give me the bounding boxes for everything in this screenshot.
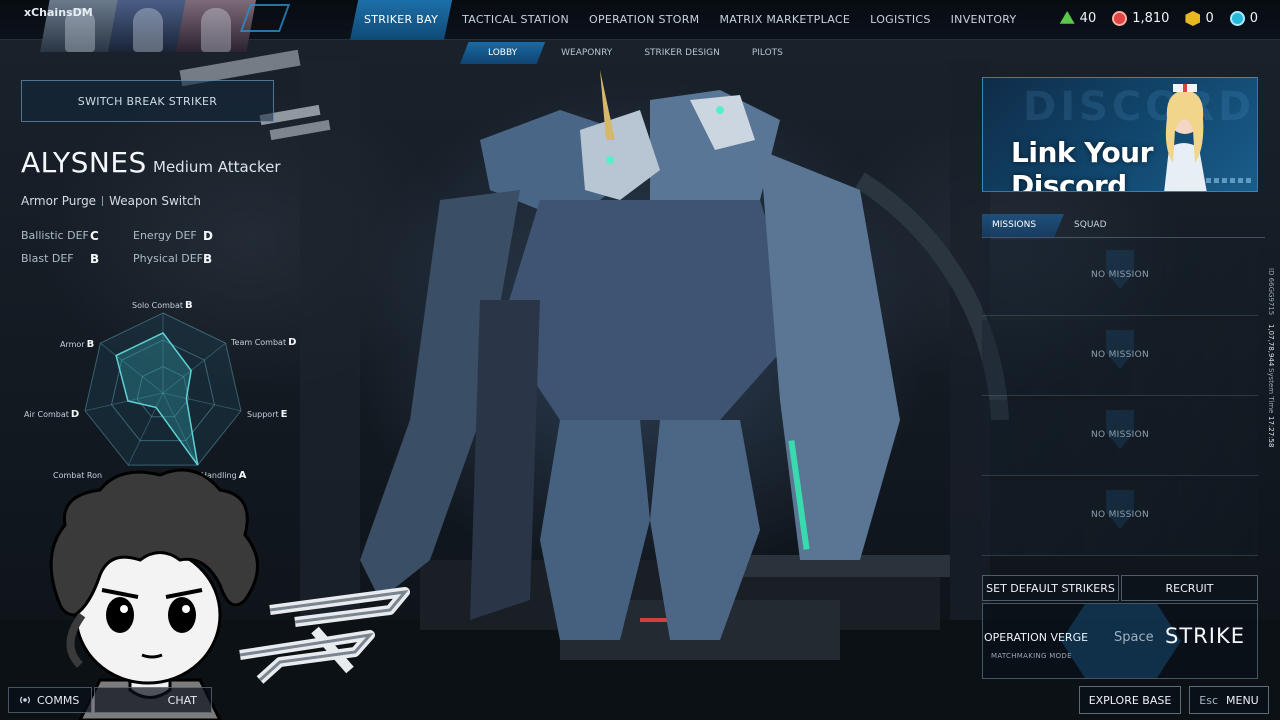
- discord-link-banner[interactable]: DISCORD Link Your Discord: [982, 77, 1258, 192]
- right-panel-tabs: MISSIONS SQUAD: [982, 214, 1265, 238]
- player-id-label: ID 66GG9715: [1267, 268, 1275, 316]
- currency-value: 0: [1249, 11, 1258, 26]
- banner-background-word: DISCORD: [1023, 84, 1256, 130]
- comms-label: COMMS: [37, 693, 80, 707]
- top-bar: xChainsDM STRIKER BAY TACTICAL STATION O…: [0, 0, 1280, 52]
- radar-label-team-combat: Team Combat D: [231, 337, 297, 348]
- currency-value: 40: [1079, 11, 1097, 26]
- mission-slot-label: NO MISSION: [1091, 270, 1149, 280]
- sub-navigation: LOBBY WEAPONRY STRIKER DESIGN PILOTS: [460, 42, 799, 64]
- tab-missions[interactable]: MISSIONS: [982, 214, 1065, 237]
- defense-label: Energy DEF: [133, 229, 197, 242]
- strike-launch-panel[interactable]: OPERATION VERGE MATCHMAKING MODE Space S…: [982, 603, 1258, 679]
- defense-grade: C: [90, 229, 99, 243]
- main-navigation: STRIKER BAY TACTICAL STATION OPERATION S…: [350, 0, 1027, 40]
- defense-label: Ballistic DEF: [21, 229, 89, 242]
- chat-button[interactable]: CHAT: [94, 687, 212, 713]
- portrait-mech-2[interactable]: [108, 0, 188, 52]
- banner-carousel-dots[interactable]: [1206, 178, 1251, 183]
- nav-striker-bay[interactable]: STRIKER BAY: [350, 0, 453, 40]
- menu-label: MENU: [1226, 693, 1259, 707]
- gold-hex-icon: [1185, 11, 1201, 26]
- system-time-value: 17:27:58: [1267, 416, 1275, 448]
- defense-label: Physical DEF: [133, 252, 203, 265]
- nav-matrix-marketplace[interactable]: MATRIX MARKETPLACE: [709, 0, 860, 40]
- currency-value: 1,810: [1132, 11, 1170, 26]
- subnav-lobby[interactable]: LOBBY: [460, 42, 546, 64]
- defense-label: Blast DEF: [21, 252, 74, 265]
- cyan-coin-icon: [1229, 11, 1245, 26]
- nav-inventory[interactable]: INVENTORY: [941, 0, 1027, 40]
- green-triangle-icon: [1059, 11, 1075, 24]
- nav-tactical-station[interactable]: TACTICAL STATION: [452, 0, 579, 40]
- set-default-strikers-button[interactable]: SET DEFAULT STRIKERS: [982, 575, 1119, 601]
- striker-name: ALYSNES: [21, 146, 147, 179]
- system-info-strip: ID 66GG9715 1,07,78,944 System Time 17:2…: [1266, 268, 1278, 448]
- portrait-frame-decoration: [239, 4, 291, 32]
- mission-slot[interactable]: NO MISSION: [982, 400, 1258, 476]
- strike-key-hint: Space: [1114, 630, 1154, 645]
- radar-label-air-combat: Air Combat D: [24, 409, 80, 420]
- currency-item[interactable]: 1,810: [1112, 11, 1169, 26]
- subnav-pilots[interactable]: PILOTS: [736, 42, 799, 64]
- mission-slot[interactable]: NO MISSION: [982, 320, 1258, 396]
- ability-armor-purge[interactable]: Armor Purge: [21, 194, 96, 208]
- radar-label-solo-combat: Solo Combat B: [132, 300, 193, 311]
- defense-grade: B: [203, 252, 213, 266]
- matchmaking-mode-label: MATCHMAKING MODE: [991, 652, 1072, 660]
- mission-slot[interactable]: NO MISSION: [982, 480, 1258, 556]
- mission-slot[interactable]: NO MISSION: [982, 240, 1258, 316]
- switch-break-striker-button[interactable]: SWITCH BREAK STRIKER: [21, 80, 274, 122]
- mission-slot-label: NO MISSION: [1091, 430, 1149, 440]
- subnav-striker-design[interactable]: STRIKER DESIGN: [628, 42, 736, 64]
- radar-label-support: Support E: [247, 409, 288, 420]
- currency-item[interactable]: 40: [1059, 11, 1097, 26]
- chat-label: CHAT: [167, 694, 197, 707]
- currency-item[interactable]: 0: [1229, 11, 1258, 26]
- mech-silhouette: [360, 70, 900, 640]
- explore-base-button[interactable]: EXPLORE BASE: [1079, 686, 1181, 714]
- channel-logo: [220, 580, 420, 690]
- radar-label-armor: Armor B: [60, 339, 95, 350]
- menu-key-hint: Esc: [1199, 693, 1218, 707]
- striker-abilities: Armor Purge Weapon Switch: [21, 194, 201, 208]
- menu-button[interactable]: Esc MENU: [1189, 686, 1269, 714]
- striker-role: Medium Attacker: [153, 158, 281, 176]
- red-medal-icon: [1112, 11, 1128, 26]
- player-id-value: 1,07,78,944: [1267, 324, 1275, 367]
- defense-grade: B: [90, 252, 100, 266]
- subnav-weaponry[interactable]: WEAPONRY: [545, 42, 628, 64]
- ability-separator: [102, 196, 104, 206]
- tab-squad[interactable]: SQUAD: [1064, 214, 1116, 237]
- system-time-label: System Time: [1267, 368, 1275, 414]
- comms-button[interactable]: COMMS: [8, 687, 92, 713]
- currency-item[interactable]: 0: [1185, 11, 1214, 26]
- currency-value: 0: [1205, 11, 1214, 26]
- player-name: xChainsDM: [24, 6, 93, 19]
- operation-name: OPERATION VERGE: [984, 631, 1089, 644]
- currency-bar: 40 1,810 0 0: [1059, 11, 1258, 26]
- chains-logo-icon: [239, 587, 410, 684]
- discord-banner-title: Link Your Discord: [1011, 136, 1153, 192]
- defense-grade: D: [203, 229, 213, 243]
- nav-logistics[interactable]: LOGISTICS: [860, 0, 940, 40]
- radio-wave-icon: [20, 696, 30, 704]
- mission-slot-label: NO MISSION: [1091, 510, 1149, 520]
- ability-weapon-switch[interactable]: Weapon Switch: [109, 194, 201, 208]
- strike-button-label[interactable]: STRIKE: [1165, 624, 1245, 648]
- nav-operation-storm[interactable]: OPERATION STORM: [579, 0, 709, 40]
- recruit-button[interactable]: RECRUIT: [1121, 575, 1258, 601]
- mission-slot-label: NO MISSION: [1091, 350, 1149, 360]
